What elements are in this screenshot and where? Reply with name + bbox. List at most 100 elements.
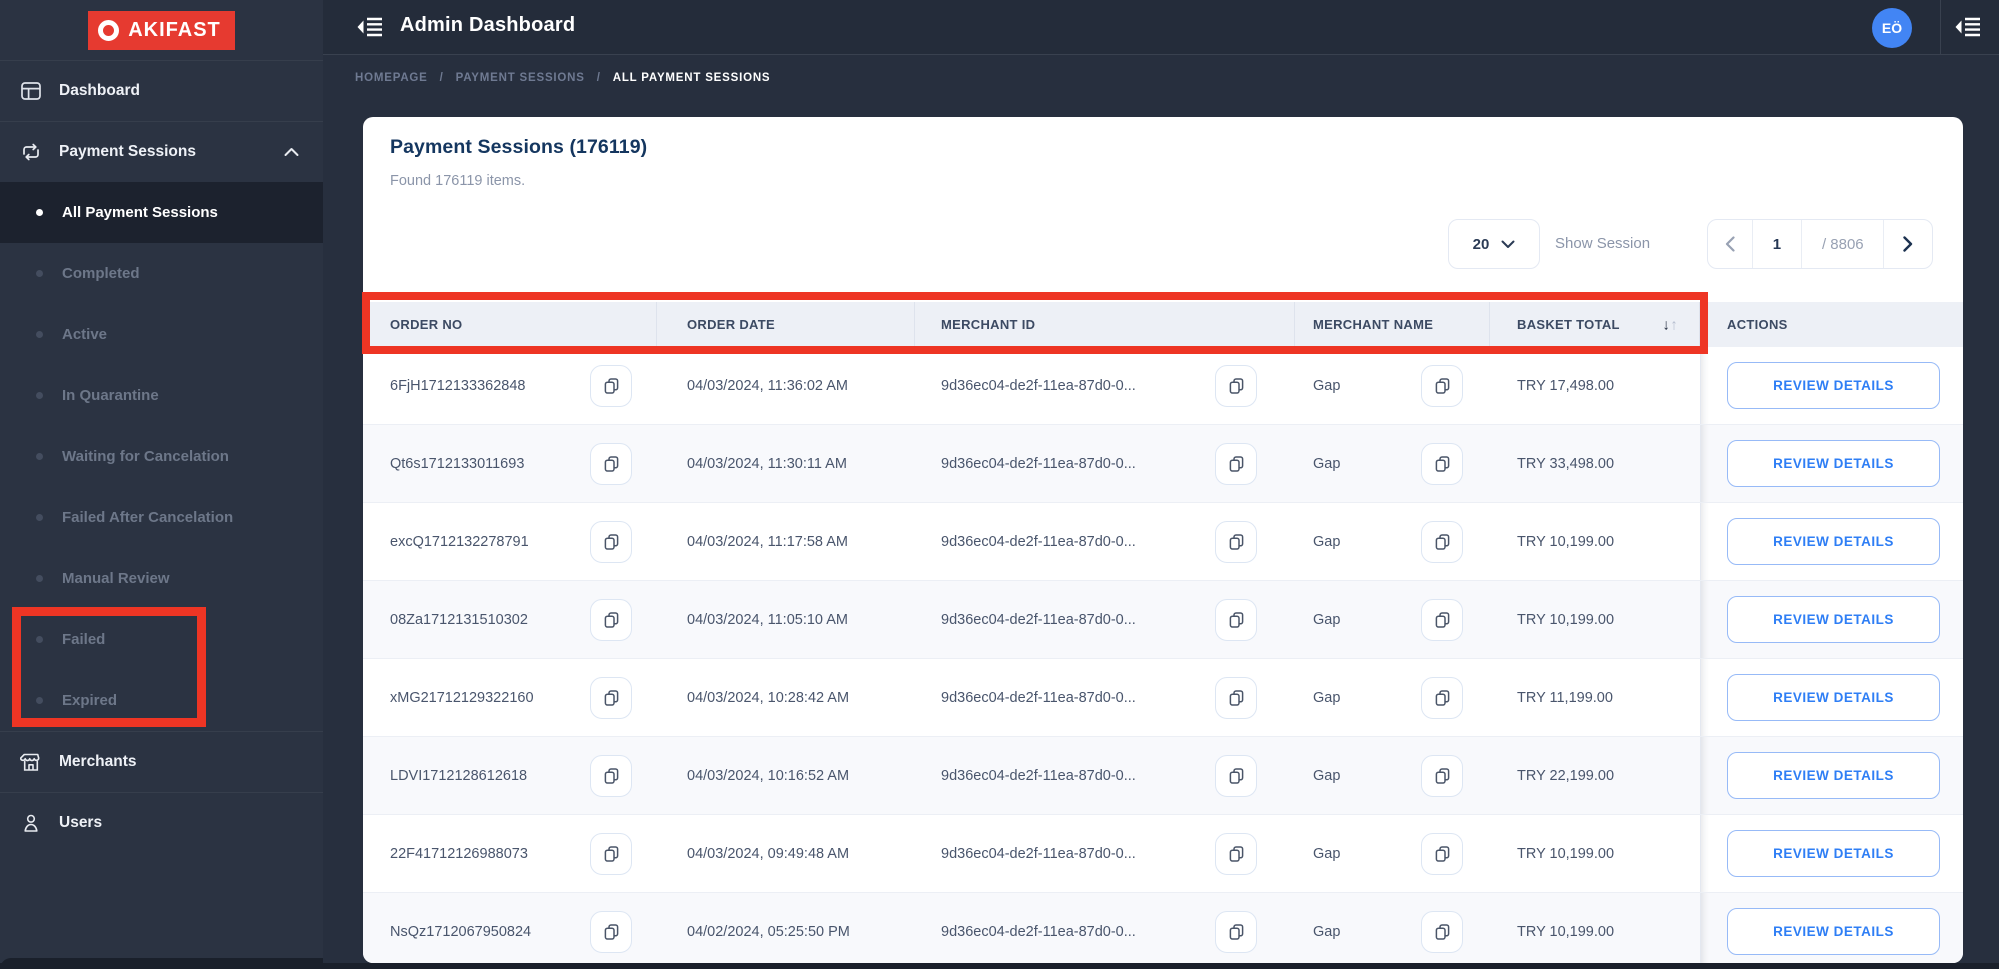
sidebar-item-merchants[interactable]: Merchants [0,731,323,792]
basket-total-cell: TRY 33,498.00 [1490,425,1700,502]
sidebar-item-in-quarantine[interactable]: In Quarantine [0,365,323,426]
sidebar-item-completed[interactable]: Completed [0,243,323,304]
page-size-select[interactable]: 20 [1448,219,1540,269]
copy-button[interactable] [1421,676,1463,719]
breadcrumb-item-payment-sessions[interactable]: PAYMENT SESSIONS [456,72,585,84]
review-details-button[interactable]: REVIEW DETAILS [1727,362,1940,409]
merchant-name-value: Gap [1313,455,1341,472]
sidebar-item-expired[interactable]: Expired [0,670,323,731]
copy-button[interactable] [1421,598,1463,641]
copy-icon [603,923,620,941]
merchant-name-value: Gap [1313,533,1341,550]
breadcrumb-item-homepage[interactable]: HOMEPAGE [355,72,428,84]
copy-icon [603,845,620,863]
copy-button[interactable] [1215,676,1257,719]
sidebar-item-failed-after-cancelation[interactable]: Failed After Cancelation [0,487,323,548]
copy-button[interactable] [590,832,632,875]
merchant-id-value: 9d36ec04-de2f-11ea-87d0-0... [941,845,1136,862]
review-details-button[interactable]: REVIEW DETAILS [1727,596,1940,643]
copy-button[interactable] [1215,598,1257,641]
user-avatar[interactable]: EÖ [1872,8,1912,48]
order-no-cell: Qt6s1712133011693 [363,425,657,502]
order-date-value: 04/03/2024, 10:28:42 AM [687,689,850,706]
sidebar-item-label: Active [62,326,108,343]
column-header-order-date[interactable]: ORDER DATE [657,302,915,347]
sidebar-item-failed[interactable]: Failed [0,609,323,670]
copy-button[interactable] [1215,520,1257,563]
logo-bar: AKIFAST [0,0,323,60]
copy-button[interactable] [1421,520,1463,563]
copy-button[interactable] [590,754,632,797]
topbar: Admin Dashboard EÖ [323,0,1999,55]
column-header-basket-total[interactable]: BASKET TOTAL ↓↑ [1490,302,1700,347]
actions-cell: REVIEW DETAILS [1700,425,1963,502]
copy-icon [1434,533,1451,551]
copy-button[interactable] [1421,364,1463,407]
merchant-name-cell: Gap [1295,347,1490,424]
chevron-up-icon [284,148,299,157]
review-details-button[interactable]: REVIEW DETAILS [1727,440,1940,487]
copy-button[interactable] [590,598,632,641]
table-row: LDVI1712128612618 04/03/2024, 10:16:52 AM… [363,737,1963,815]
topbar-divider [1940,0,1941,54]
brand-logo[interactable]: AKIFAST [88,10,235,50]
pagination: 1 / 8806 [1707,219,1933,269]
sidebar-collapse-icon[interactable] [355,14,385,40]
copy-button[interactable] [590,520,632,563]
review-details-button[interactable]: REVIEW DETAILS [1727,674,1940,721]
copy-icon [603,533,620,551]
copy-icon [1228,377,1245,395]
review-details-button[interactable]: REVIEW DETAILS [1727,752,1940,799]
column-header-order-no[interactable]: ORDER NO [363,302,657,347]
sidebar-item-all-payment-sessions[interactable]: All Payment Sessions [0,182,323,243]
copy-button[interactable] [590,676,632,719]
copy-button[interactable] [1215,364,1257,407]
copy-button[interactable] [590,364,632,407]
sidebar-item-waiting-for-cancelation[interactable]: Waiting for Cancelation [0,426,323,487]
merchant-id-value: 9d36ec04-de2f-11ea-87d0-0... [941,611,1136,628]
sort-icon[interactable]: ↓↑ [1662,316,1678,333]
review-details-button[interactable]: REVIEW DETAILS [1727,908,1940,955]
merchant-id-cell: 9d36ec04-de2f-11ea-87d0-0... [915,581,1295,658]
bullet-icon [36,697,43,704]
table-row: xMG21712129322160 04/03/2024, 10:28:42 AM… [363,659,1963,737]
actions-cell: REVIEW DETAILS [1700,581,1963,658]
copy-button[interactable] [590,442,632,485]
copy-button[interactable] [1421,832,1463,875]
review-details-button[interactable]: REVIEW DETAILS [1727,518,1940,565]
next-page-button[interactable] [1884,220,1932,268]
copy-button[interactable] [1421,910,1463,953]
copy-button[interactable] [590,910,632,953]
sidebar-item-dashboard[interactable]: Dashboard [0,60,323,121]
order-date-value: 04/03/2024, 09:49:48 AM [687,845,850,862]
sidebar-item-active[interactable]: Active [0,304,323,365]
order-date-value: 04/03/2024, 10:16:52 AM [687,767,850,784]
basket-total-value: TRY 10,199.00 [1517,533,1615,550]
copy-button[interactable] [1421,442,1463,485]
copy-button[interactable] [1215,832,1257,875]
column-header-merchant-name[interactable]: MERCHANT NAME [1295,302,1490,347]
copy-button[interactable] [1215,910,1257,953]
sidebar-item-users[interactable]: Users [0,792,323,853]
copy-button[interactable] [1421,754,1463,797]
copy-icon [1434,377,1451,395]
merchant-name-value: Gap [1313,611,1341,628]
copy-icon [603,611,620,629]
order-no-value: 22F41712126988073 [390,845,528,862]
merchant-name-cell: Gap [1295,425,1490,502]
current-page-input[interactable]: 1 [1753,220,1803,268]
sidebar-item-payment-sessions[interactable]: Payment Sessions [0,121,323,182]
copy-icon [1434,611,1451,629]
review-details-button[interactable]: REVIEW DETAILS [1727,830,1940,877]
sidebar-nav: Dashboard Payment Sessions All Payment Ses… [0,60,323,853]
merchant-id-cell: 9d36ec04-de2f-11ea-87d0-0... [915,425,1295,502]
order-date-cell: 04/03/2024, 11:36:02 AM [657,347,915,424]
panel-collapse-icon[interactable] [1953,14,1983,40]
copy-button[interactable] [1215,442,1257,485]
column-header-basket-total-label: BASKET TOTAL [1517,317,1620,332]
sidebar-item-manual-review[interactable]: Manual Review [0,548,323,609]
copy-button[interactable] [1215,754,1257,797]
prev-page-button[interactable] [1708,220,1753,268]
breadcrumb-separator: / [439,72,444,84]
column-header-merchant-id[interactable]: MERCHANT ID [915,302,1295,347]
